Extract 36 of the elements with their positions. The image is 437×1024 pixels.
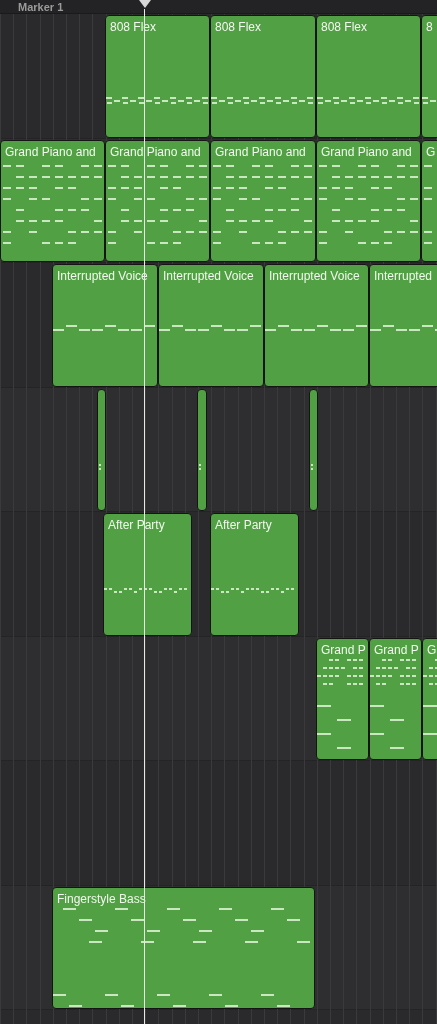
notes-drawing xyxy=(370,325,437,331)
region-name: G xyxy=(426,144,436,159)
midi-region[interactable]: Grand P xyxy=(369,637,422,760)
midi-region[interactable] xyxy=(197,388,207,511)
region-name: Grand Piano and xyxy=(321,144,412,159)
midi-region[interactable]: Grand P xyxy=(316,637,369,760)
region-name: Grand P xyxy=(321,642,366,657)
region-name: After Party xyxy=(215,518,272,532)
region-name: Grand Piano and xyxy=(110,144,201,159)
region-name: Grand Piano and xyxy=(5,144,96,159)
midi-region[interactable]: 808 Flex xyxy=(316,15,421,138)
midi-region[interactable]: 8 xyxy=(421,15,437,138)
midi-region[interactable]: After Party xyxy=(210,513,299,636)
midi-region[interactable]: Interrupted Voice xyxy=(158,264,264,387)
midi-region[interactable] xyxy=(309,388,318,511)
midi-region[interactable]: G xyxy=(421,139,437,262)
midi-region[interactable]: Grand Piano and xyxy=(105,139,210,262)
region-name: Interrupted Voice xyxy=(269,269,360,283)
region-name: 808 Flex xyxy=(215,20,262,34)
midi-region[interactable]: 808 Flex xyxy=(210,15,316,138)
marker-label[interactable]: Marker 1 xyxy=(18,0,64,13)
region-name: 8 xyxy=(426,20,433,34)
playhead-icon[interactable] xyxy=(139,0,151,9)
midi-region[interactable]: Grand Piano and xyxy=(316,139,421,262)
midi-region[interactable]: Grand Piano and xyxy=(0,139,105,262)
region-name: Grand Piano and xyxy=(215,144,306,159)
region-name: Grand P xyxy=(374,642,419,657)
region-name: G xyxy=(427,642,437,657)
midi-region[interactable] xyxy=(97,388,106,511)
midi-region[interactable]: Interrupted xyxy=(369,264,437,387)
region-name: Interrupted Voice xyxy=(163,269,254,283)
midi-region[interactable]: Interrupted Voice xyxy=(264,264,369,387)
region-name: Interrupted xyxy=(374,269,433,283)
midi-region[interactable]: G xyxy=(422,637,437,760)
region-name: 808 Flex xyxy=(321,20,368,34)
midi-region[interactable]: Grand Piano and xyxy=(210,139,316,262)
